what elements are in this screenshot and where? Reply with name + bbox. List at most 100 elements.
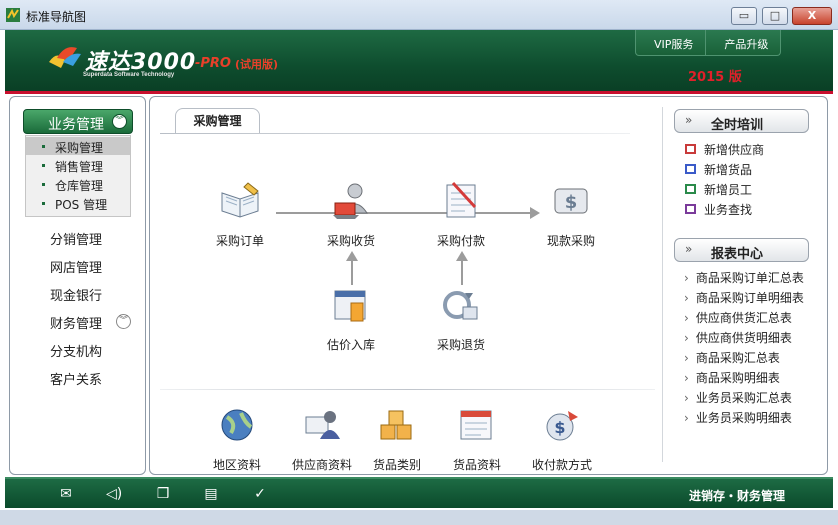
report-link-label: 商品采购汇总表 [695,351,780,365]
app-header: 速达3000 Superdata Software Technology -PR… [5,30,833,94]
sidebar-item-online-store[interactable]: 网店管理 [50,257,102,276]
chevron-right-icon: › [684,311,689,325]
training-item-label: 新增货品 [704,163,753,177]
report-link[interactable]: › 业务员采购汇总表 [684,389,792,406]
report-center-header[interactable]: » 报表中心 [674,238,809,262]
flow-node-purchase-receipt[interactable]: 采购收货 [301,181,401,249]
flow-node-label: 采购订单 [215,234,264,248]
flow-node-label: 采购付款 [436,234,485,248]
minimize-button[interactable]: ▭ [731,7,757,25]
bullet-icon [42,145,45,148]
report-link[interactable]: › 商品采购订单明细表 [684,289,804,306]
submenu-item-label: 销售管理 [55,160,104,174]
right-panel-divider [662,107,663,462]
chevron-right-icon: › [684,331,689,345]
flow-node-label: 采购退货 [436,338,485,352]
flow-node-cash-purchase[interactable]: $ 现款采购 [521,181,621,249]
sidebar-item-cash-bank[interactable]: 现金银行 [50,285,102,304]
training-item-label: 新增供应商 [704,143,765,157]
receipt-person-icon [333,183,368,219]
sidebar-item-finance[interactable]: 财务管理 [50,313,102,332]
report-link-label: 商品采购明细表 [695,371,780,385]
sidebar: 业务管理 ︾ 采购管理 销售管理 仓库管理 POS 管理 分销管理 网店管理 现… [9,96,146,475]
report-link-label: 商品采购订单明细表 [695,291,804,305]
sidebar-item-crm[interactable]: 客户关系 [50,369,102,388]
footer-title: 进销存・财务管理 [689,489,786,503]
report-link-label: 供应商供货明细表 [695,331,792,345]
business-management-button[interactable]: 业务管理 ︾ [23,109,133,134]
report-link[interactable]: › 供应商供货汇总表 [684,309,792,326]
tab-purchase-management[interactable]: 采购管理 [175,108,260,134]
logo-pro: -PRO [195,56,231,71]
speaker-icon[interactable]: ◁) [106,486,122,502]
maximize-button[interactable]: □ [762,7,788,25]
business-management-label: 业务管理 [48,117,104,133]
calculator-icon[interactable]: ▤ [203,486,219,502]
upgrade-link[interactable]: 产品升级 [705,30,780,55]
vip-service-link[interactable]: VIP服务 [636,30,705,55]
edition-year: 2015 版 [688,70,742,85]
svg-text:$: $ [554,418,565,437]
submenu-item-pos[interactable]: POS 管理 [26,194,130,212]
basic-item-payment-method[interactable]: $ 收付款方式 [512,405,612,473]
chevron-down-icon: ︾ [112,114,127,129]
logo-mark-icon [49,47,81,68]
flow-node-purchase-order[interactable]: 采购订单 [190,181,290,249]
footer-bar: ✉ ◁) ❒ ▤ ✓ 进销存・财务管理 [5,477,833,508]
bullet-icon [42,202,45,205]
close-button[interactable]: X [792,7,832,25]
main-panel: 采购管理 采购订单 采购收货 采购付款 $ 现款采购 估价入库 采购退货 地区资… [149,96,828,475]
payment-ledger-icon [446,181,477,218]
report-link[interactable]: › 业务员采购明细表 [684,409,792,426]
boxes-icon [380,410,412,440]
submenu-item-label: 采购管理 [55,141,104,155]
chevron-right-icon: › [684,391,689,405]
report-link-label: 商品采购订单汇总表 [695,271,804,285]
chevron-down-icon[interactable]: ︾ [116,314,131,329]
report-link[interactable]: › 供应商供货明细表 [684,329,792,346]
training-header[interactable]: » 全时培训 [674,109,809,133]
submenu-item-warehouse[interactable]: 仓库管理 [26,175,130,193]
payment-method-icon: $ [546,411,578,441]
window-bottom-strip [0,510,838,525]
report-center-title: 报表中心 [711,247,764,262]
report-link[interactable]: › 商品采购汇总表 [684,349,780,366]
report-link[interactable]: › 商品采购订单汇总表 [684,269,804,286]
purchase-return-icon [443,291,478,320]
book-icon [685,184,696,194]
mail-icon[interactable]: ✉ [58,486,74,502]
report-link[interactable]: › 商品采购明细表 [684,369,780,386]
sidebar-item-branches[interactable]: 分支机构 [50,341,102,360]
chevron-right-icon: › [684,271,689,285]
training-title: 全时培训 [711,118,764,133]
sidebar-item-distribution[interactable]: 分销管理 [50,229,102,248]
flow-node-label: 采购收货 [326,234,375,248]
report-link-label: 业务员采购明细表 [695,411,792,425]
trial-label: (试用版) [235,58,279,71]
training-item-label: 新增员工 [704,183,753,197]
book-icon[interactable]: ❒ [155,486,171,502]
submenu-item-purchase[interactable]: 采购管理 [26,137,130,155]
flow-arrow-up [456,251,468,285]
book-icon [685,144,696,154]
business-submenu: 采购管理 销售管理 仓库管理 POS 管理 [25,135,131,217]
logo-subtitle: Superdata Software Technology [83,72,175,78]
flow-node-purchase-payment[interactable]: 采购付款 [411,181,511,249]
flow-node-estimated-inbound[interactable]: 估价入库 [301,285,401,353]
double-chevron-icon: » [685,242,693,256]
top-links: VIP服务 产品升级 [635,30,782,56]
submenu-item-sales[interactable]: 销售管理 [26,156,130,174]
flow-node-label: 估价入库 [326,338,375,352]
app-icon [6,8,20,22]
chevron-right-icon: › [684,371,689,385]
check-icon[interactable]: ✓ [252,486,268,502]
globe-icon [221,409,253,441]
supplier-icon [305,411,340,439]
chevron-right-icon: › [684,411,689,425]
submenu-item-label: POS 管理 [55,198,108,212]
double-chevron-icon: » [685,113,693,127]
bullet-icon [42,183,45,186]
flow-node-purchase-return[interactable]: 采购退货 [411,285,511,353]
chevron-right-icon: › [684,351,689,365]
window-title: 标准导航图 [26,10,87,24]
